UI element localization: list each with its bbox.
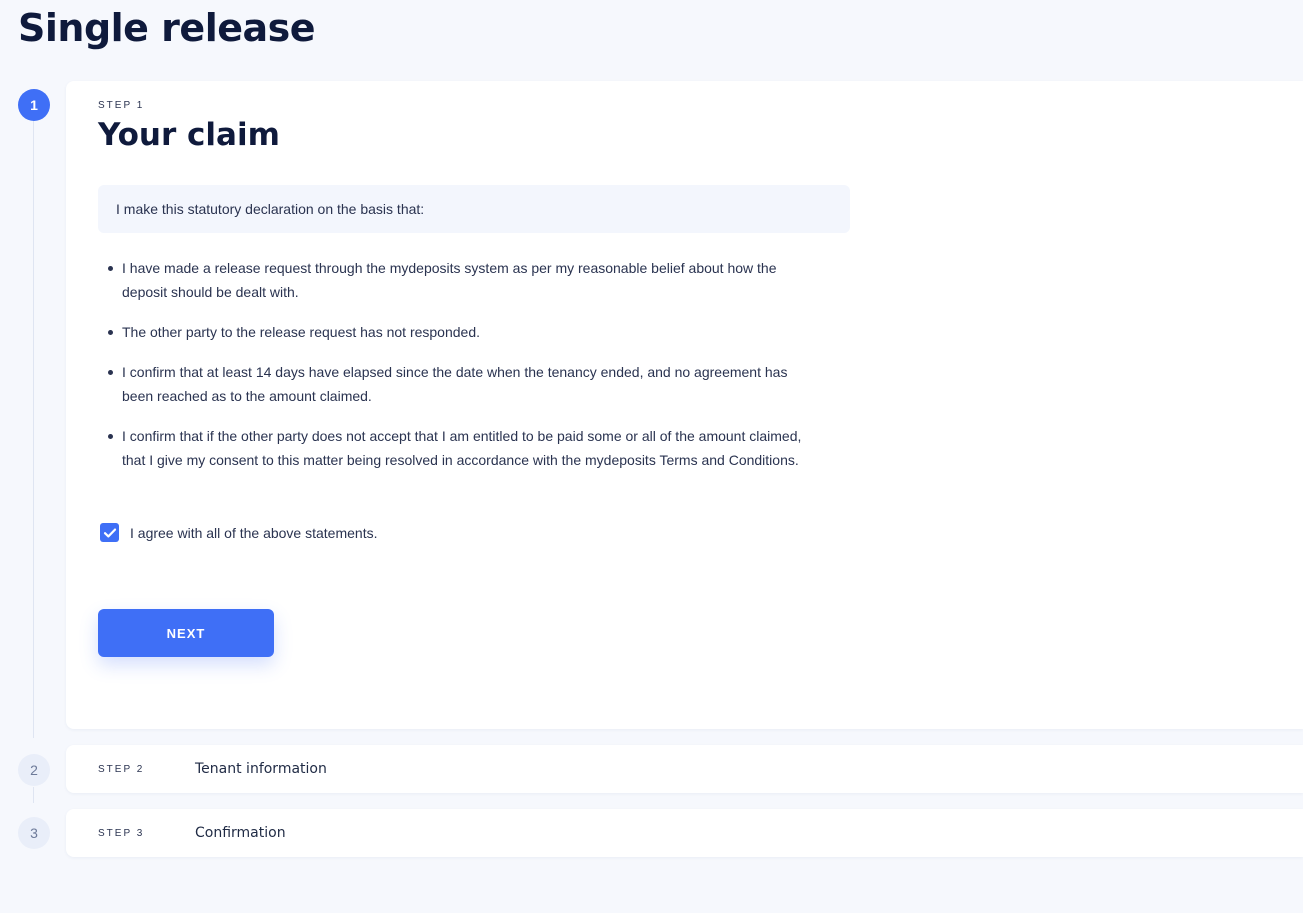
step-1-number: 1 bbox=[18, 89, 50, 121]
step-1-kicker: STEP 1 bbox=[98, 100, 145, 111]
agree-checkbox[interactable] bbox=[100, 523, 119, 542]
agree-checkbox-row[interactable]: I agree with all of the above statements… bbox=[100, 523, 377, 542]
statement-list: I have made a release request through th… bbox=[108, 256, 822, 488]
next-button[interactable]: NEXT bbox=[98, 609, 274, 657]
declaration-text: I make this statutory declaration on the… bbox=[116, 201, 425, 217]
step-2-panel[interactable]: STEP 2 Tenant information bbox=[66, 745, 1303, 793]
check-icon bbox=[103, 528, 116, 537]
stepper-line bbox=[33, 118, 34, 738]
step-3-title: Confirmation bbox=[195, 825, 286, 841]
page-title: Single release bbox=[18, 6, 316, 50]
statement-item: I confirm that at least 14 days have ela… bbox=[108, 360, 822, 408]
step-2-number: 2 bbox=[18, 754, 50, 786]
step-3-panel[interactable]: STEP 3 Confirmation bbox=[66, 809, 1303, 857]
step-1-title: Your claim bbox=[98, 117, 280, 153]
step-3-kicker: STEP 3 bbox=[98, 827, 145, 839]
step-1-panel: STEP 1 Your claim I make this statutory … bbox=[66, 81, 1303, 729]
declaration-box: I make this statutory declaration on the… bbox=[98, 185, 850, 233]
step-2-title: Tenant information bbox=[195, 761, 327, 777]
step-3-number: 3 bbox=[18, 817, 50, 849]
agree-label: I agree with all of the above statements… bbox=[130, 524, 378, 541]
stepper-line bbox=[33, 787, 34, 803]
step-2-kicker: STEP 2 bbox=[98, 763, 145, 775]
statement-item: I have made a release request through th… bbox=[108, 256, 822, 304]
statement-item: The other party to the release request h… bbox=[108, 320, 822, 344]
statement-item: I confirm that if the other party does n… bbox=[108, 424, 822, 472]
